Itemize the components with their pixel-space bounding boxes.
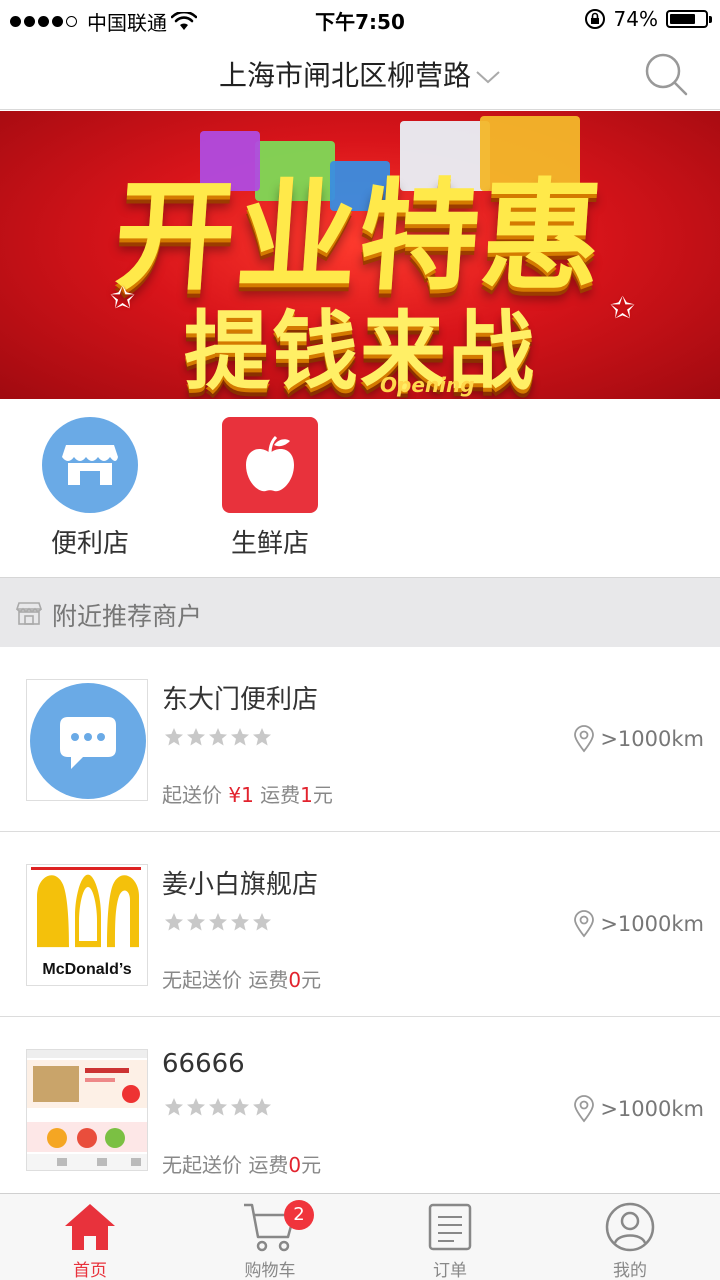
tab-label: 购物车 [244,1261,296,1280]
status-right: 74% [584,7,712,31]
star-icon [187,728,205,746]
store-logo [26,1049,148,1171]
category-label: 生鲜店 [230,529,309,559]
tab-label: 订单 [433,1261,467,1280]
star-icon [187,913,205,931]
star-icon [231,728,249,746]
delivery-fee-unit: 元 [301,968,322,992]
store-fees: 起送价 ¥1 运费1元 [162,779,333,808]
store-list-item[interactable]: 东大门便利店 >1000km 起送价 ¥1 运费1元 [0,647,720,832]
banner-caption: Opening [380,373,475,397]
store-list-item[interactable]: 66666 >1000km 无起送价 运费0元 [0,1017,720,1202]
battery-percent: 74% [613,7,658,31]
min-order-value: ¥1 [228,783,254,807]
location-pin-icon [574,725,595,753]
distance-value: >1000km [600,912,704,936]
store-logo: McDonald’s [26,864,148,986]
location-pin-icon [574,910,595,938]
chat-bubble-icon [30,683,146,799]
cart-badge: 2 [284,1200,314,1230]
category-convenience-store[interactable]: 便利店 [30,417,150,560]
delivery-fee-unit: 元 [301,1153,322,1177]
delivery-fee-value: 1 [300,783,313,807]
delivery-fee-label: 运费 [260,783,301,807]
star-icon [253,728,271,746]
profile-icon [605,1202,655,1252]
storefront-icon [42,417,138,513]
category-fresh-store[interactable]: 生鲜店 [210,417,330,560]
star-icon [231,913,249,931]
star-icon [253,913,271,931]
delivery-fee-label: 运费 [248,968,289,992]
store-fees: 无起送价 运费0元 [162,1149,321,1178]
store-fees: 无起送价 运费0元 [162,964,321,993]
tab-label: 我的 [613,1261,647,1280]
star-icon [165,1098,183,1116]
min-order-label: 无起送价 [162,1153,242,1177]
category-label: 便利店 [50,529,129,559]
rating-stars [164,727,272,747]
chevron-down-icon [476,71,500,84]
order-icon [428,1203,472,1251]
app-screenshot-thumbnail [27,1050,147,1170]
tab-cart[interactable]: 2 购物车 [210,1200,330,1280]
min-order-label: 起送价 [162,783,222,807]
tab-home[interactable]: 首页 [30,1200,150,1280]
star-icon [209,728,227,746]
location-selector[interactable]: 上海市闸北区柳营路 [0,54,720,94]
tab-orders[interactable]: 订单 [390,1200,510,1280]
store-distance: >1000km [572,910,704,938]
delivery-fee-value: 0 [288,1153,302,1177]
orientation-lock-icon [584,9,605,29]
star-icon [165,913,183,931]
store-name: 东大门便利店 [162,685,319,715]
location-label: 上海市闸北区柳营路 [218,59,471,92]
bottom-tab-bar: 首页 2 购物车 订单 我的 [0,1193,720,1280]
distance-value: >1000km [600,727,704,751]
store-distance: >1000km [572,725,704,753]
top-nav-bar: 上海市闸北区柳营路 [0,38,720,110]
rating-stars [164,1097,272,1117]
section-title: 附近推荐商户 [52,602,203,631]
rating-stars [164,912,272,932]
star-icon [231,1098,249,1116]
status-bar: 中国联通 下午7:50 74% [0,0,720,38]
delivery-fee-value: 0 [288,968,302,992]
store-distance: >1000km [572,1095,704,1123]
star-icon [253,1098,271,1116]
min-order-label: 无起送价 [162,968,242,992]
delivery-fee-unit: 元 [312,783,333,807]
promo-banner[interactable]: 开业特惠 提钱来战 ✩ ✩ Opening [0,111,720,399]
delivery-fee-label: 运费 [248,1153,289,1177]
star-icon [209,913,227,931]
star-icon [165,728,183,746]
tab-label: 首页 [73,1261,107,1280]
store-name: 66666 [162,1049,245,1079]
apple-icon [222,417,318,513]
store-logo [26,679,148,801]
battery-icon [666,10,712,28]
store-name: 姜小白旗舰店 [162,870,319,900]
store-list-item[interactable]: McDonald’s 姜小白旗舰店 >1000km 无起送价 运费0元 [0,832,720,1017]
star-icon [187,1098,205,1116]
nearby-section-header: 附近推荐商户 [0,577,720,647]
logo-wordmark: McDonald’s [42,961,132,978]
search-icon[interactable] [642,50,690,98]
star-icon [209,1098,227,1116]
category-grid: 便利店 生鲜店 [0,399,720,577]
tab-profile[interactable]: 我的 [570,1200,690,1280]
shop-icon [16,602,42,625]
location-pin-icon [574,1095,595,1123]
star-decoration: ✩ [610,291,636,326]
distance-value: >1000km [600,1097,704,1121]
star-decoration: ✩ [110,281,136,316]
home-icon [65,1204,115,1250]
